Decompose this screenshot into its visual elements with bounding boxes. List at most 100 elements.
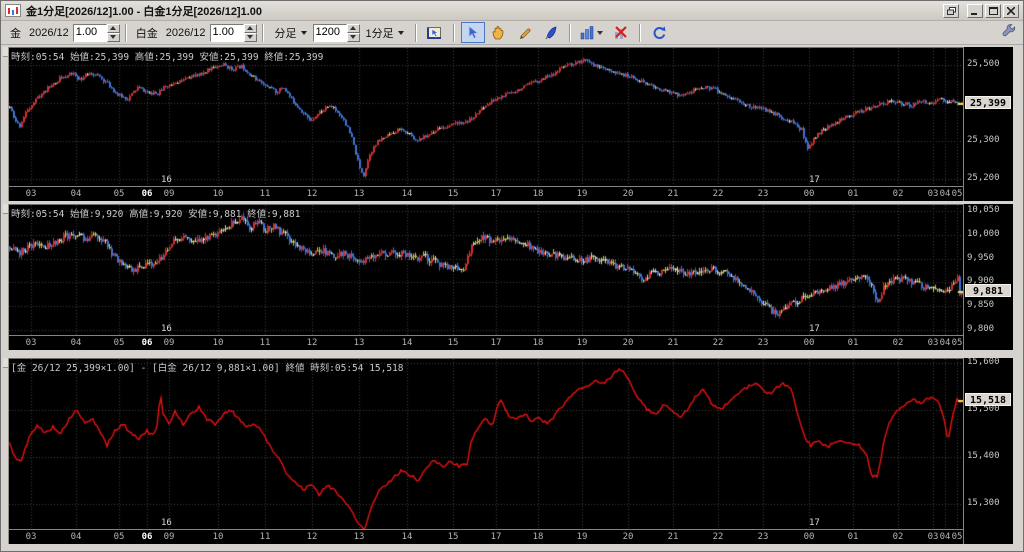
- cursor-icon: [468, 25, 479, 40]
- toolbar-separator: [452, 23, 455, 42]
- time-axis-label: 20: [622, 189, 634, 199]
- gold-candlestick-plot[interactable]: 時刻:05:54 始値:25,399 高値:25,399 安値:25,399 終…: [9, 47, 963, 187]
- current-price-marker: 15,518: [965, 393, 1011, 407]
- time-axis-label: 18: [532, 189, 544, 199]
- price-axis-label: 10,050: [967, 204, 1000, 215]
- platinum-ratio-up-button[interactable]: [243, 23, 257, 33]
- time-axis-label: 01: [847, 189, 859, 199]
- time-axis-label: 21: [667, 338, 679, 348]
- date-change-marker: 17: [809, 324, 820, 334]
- bar-type-dropdown[interactable]: 分足: [271, 23, 311, 43]
- platinum-ratio-value[interactable]: 1.00: [209, 23, 244, 42]
- app-window: 金1分足[2026/12]1.00 - 白金1分足[2026/12]1.00 金…: [0, 0, 1024, 552]
- time-axis-label: 20: [622, 338, 634, 348]
- hand-icon: [492, 26, 504, 40]
- toolbar: 金 2026/12 1.00 白金 2026/12 1.00 分足 1200 1…: [1, 21, 1023, 45]
- gold-ratio-down-button[interactable]: [106, 32, 120, 42]
- hand-tool-button[interactable]: [487, 22, 511, 43]
- minimize-button[interactable]: [967, 3, 983, 18]
- chart-style-button[interactable]: [577, 22, 607, 43]
- time-axis-label: 22: [712, 532, 724, 542]
- time-axis-label: 00: [803, 338, 815, 348]
- platinum-candlestick-plot[interactable]: 時刻:05:54 始値:9,920 高値:9,920 安値:9,881 終値:9…: [9, 204, 963, 336]
- current-price-marker: 9,881: [965, 283, 1011, 297]
- platinum-label: 白金: [135, 27, 158, 40]
- delete-chart-button[interactable]: [609, 22, 633, 43]
- time-axis-label: 13: [353, 532, 365, 542]
- platinum-ratio-spinbox: 1.00: [209, 23, 257, 42]
- price-axis-label: 9,850: [967, 300, 995, 311]
- time-axis-label: 14: [401, 338, 413, 348]
- bar-count-spinbox: 1200: [312, 23, 360, 42]
- time-axis-label: 13: [353, 189, 365, 199]
- window-title: 金1分足[2026/12]1.00 - 白金1分足[2026/12]1.00: [26, 5, 263, 18]
- bar-interval-value: 1分足: [365, 27, 394, 40]
- chevron-down-icon: [397, 30, 404, 35]
- gold-chart-pane: 時刻:05:54 始値:25,399 高値:25,399 安値:25,399 終…: [3, 47, 1013, 201]
- time-axis-label: 03: [25, 532, 37, 542]
- time-axis-label: 04: [70, 532, 82, 542]
- pencil-tool-button[interactable]: [513, 22, 537, 43]
- chart-cursor-icon: [427, 26, 442, 39]
- settings-button[interactable]: [1001, 24, 1017, 43]
- bar-count-value[interactable]: 1200: [312, 23, 347, 42]
- time-axis-label: 06: [141, 532, 153, 542]
- bar-count-up-button[interactable]: [346, 23, 360, 33]
- refresh-icon: [653, 26, 666, 39]
- time-axis-label: 17: [490, 189, 502, 199]
- date-change-marker: 16: [161, 324, 172, 334]
- time-axis-label: 19: [576, 338, 588, 348]
- platinum-ratio-down-button[interactable]: [243, 32, 257, 42]
- time-axis-label: 06: [141, 189, 153, 199]
- toolbar-separator: [261, 23, 264, 42]
- minimize-icon: [971, 12, 977, 15]
- maximize-icon: [988, 6, 998, 15]
- time-axis-label: 15: [447, 189, 459, 199]
- time-axis-label: 04: [939, 189, 951, 199]
- price-axis-label: 15,300: [967, 498, 1000, 509]
- chart-cursor-tool-button[interactable]: [423, 22, 447, 43]
- cursor-tool-button[interactable]: [460, 22, 485, 43]
- pen-icon: [545, 26, 557, 40]
- time-axis-label: 03: [927, 189, 939, 199]
- time-axis-label: 22: [712, 189, 724, 199]
- gold-chart-canvas: [9, 48, 963, 186]
- platinum-contract-label: 2026/12: [165, 26, 206, 39]
- title-bar: 金1分足[2026/12]1.00 - 白金1分足[2026/12]1.00: [1, 1, 1023, 21]
- time-axis-label: 03: [927, 532, 939, 542]
- time-axis-label: 04: [70, 338, 82, 348]
- time-axis-label: 17: [490, 338, 502, 348]
- maximize-button[interactable]: [985, 3, 1001, 18]
- toolbar-separator: [638, 23, 641, 42]
- close-button[interactable]: [1003, 3, 1019, 18]
- bar-chart-icon: [580, 26, 594, 40]
- time-axis-label: 09: [163, 532, 175, 542]
- restore-window-button[interactable]: [943, 3, 959, 18]
- platinum-price-axis: 10,050 10,000 9,950 9,900 9,850 9,800 9,881: [963, 204, 1013, 350]
- platinum-chart-pane: 時刻:05:54 始値:9,920 高値:9,920 安値:9,881 終値:9…: [3, 204, 1013, 350]
- date-change-marker: 16: [161, 518, 172, 528]
- gold-ratio-up-button[interactable]: [106, 23, 120, 33]
- refresh-button[interactable]: [647, 22, 671, 43]
- platinum-ohlc-readout: 時刻:05:54 始値:9,920 高値:9,920 安値:9,881 終値:9…: [11, 209, 301, 220]
- price-axis-label: 15,600: [967, 356, 1000, 367]
- gold-ratio-value[interactable]: 1.00: [72, 23, 107, 42]
- time-axis-label: 03: [25, 189, 37, 199]
- bar-count-down-button[interactable]: [346, 32, 360, 42]
- date-change-marker: 17: [809, 175, 820, 185]
- time-axis-label: 05: [113, 532, 125, 542]
- time-axis-label: 02: [892, 338, 904, 348]
- time-axis-label: 05: [951, 338, 963, 348]
- toolbar-separator: [568, 23, 571, 42]
- platinum-time-axis: 03 04 05 06 09 10 11 12 13 14 15 17 18 19 20 21 22 23 00 01…: [9, 336, 963, 350]
- bar-interval-dropdown[interactable]: 1分足: [362, 23, 408, 43]
- time-axis-label: 05: [951, 532, 963, 542]
- time-axis-label: 11: [259, 189, 271, 199]
- close-icon: [1007, 6, 1015, 15]
- time-axis-label: 14: [401, 189, 413, 199]
- pen-tool-button[interactable]: [539, 22, 563, 43]
- time-axis-label: 14: [401, 532, 413, 542]
- time-axis-label: 09: [163, 189, 175, 199]
- spread-line-plot[interactable]: [金 26/12 25,399×1.00] - [白金 26/12 9,881×…: [9, 358, 963, 530]
- price-axis-label: 25,300: [967, 135, 1000, 146]
